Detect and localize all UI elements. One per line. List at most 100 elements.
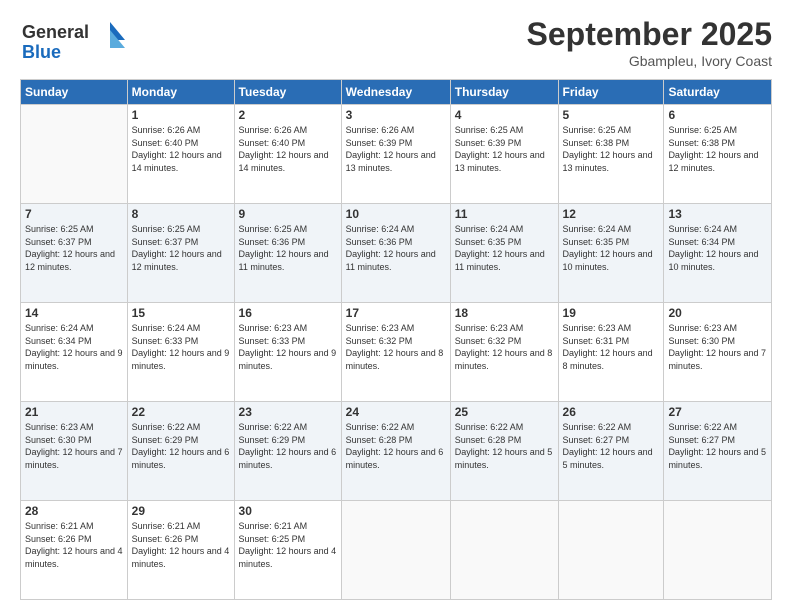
svg-text:Blue: Blue: [22, 42, 61, 62]
day-number: 1: [132, 108, 230, 122]
calendar-cell: [341, 501, 450, 600]
day-info: Sunrise: 6:22 AMSunset: 6:29 PMDaylight:…: [239, 421, 337, 471]
week-row-4: 28 Sunrise: 6:21 AMSunset: 6:26 PMDayligh…: [21, 501, 772, 600]
svg-text:General: General: [22, 22, 89, 42]
day-info: Sunrise: 6:25 AMSunset: 6:39 PMDaylight:…: [455, 124, 554, 174]
day-info: Sunrise: 6:25 AMSunset: 6:38 PMDaylight:…: [563, 124, 660, 174]
day-info: Sunrise: 6:21 AMSunset: 6:26 PMDaylight:…: [25, 520, 123, 570]
day-number: 12: [563, 207, 660, 221]
calendar-cell: 3Sunrise: 6:26 AMSunset: 6:39 PMDaylight…: [341, 105, 450, 204]
weekday-header-monday: Monday: [127, 80, 234, 105]
calendar-cell: 24 Sunrise: 6:22 AMSunset: 6:28 PMDayligh…: [341, 402, 450, 501]
calendar-cell: 12 Sunrise: 6:24 AMSunset: 6:35 PMDayligh…: [558, 204, 664, 303]
calendar-cell: 29 Sunrise: 6:21 AMSunset: 6:26 PMDayligh…: [127, 501, 234, 600]
day-number: 16: [239, 306, 337, 320]
header: General Blue September 2025 Gbampleu, Iv…: [20, 16, 772, 69]
logo: General Blue: [20, 16, 140, 69]
day-number: 10: [346, 207, 446, 221]
calendar-cell: 13 Sunrise: 6:24 AMSunset: 6:34 PMDayligh…: [664, 204, 772, 303]
weekday-header-saturday: Saturday: [664, 80, 772, 105]
day-info: Sunrise: 6:25 AMSunset: 6:37 PMDaylight:…: [132, 223, 230, 273]
calendar-cell: [558, 501, 664, 600]
day-info: Sunrise: 6:22 AMSunset: 6:27 PMDaylight:…: [668, 421, 767, 471]
calendar-cell: 30 Sunrise: 6:21 AMSunset: 6:25 PMDayligh…: [234, 501, 341, 600]
day-number: 27: [668, 405, 767, 419]
day-info: Sunrise: 6:24 AMSunset: 6:36 PMDaylight:…: [346, 223, 446, 273]
day-info: Sunrise: 6:23 AMSunset: 6:30 PMDaylight:…: [25, 421, 123, 471]
calendar-cell: 23Sunrise: 6:22 AMSunset: 6:29 PMDayligh…: [234, 402, 341, 501]
calendar-cell: [450, 501, 558, 600]
weekday-header-friday: Friday: [558, 80, 664, 105]
calendar-cell: 8 Sunrise: 6:25 AMSunset: 6:37 PMDaylight…: [127, 204, 234, 303]
calendar-cell: 20Sunrise: 6:23 AMSunset: 6:30 PMDayligh…: [664, 303, 772, 402]
calendar-cell: [664, 501, 772, 600]
day-number: 30: [239, 504, 337, 518]
day-info: Sunrise: 6:25 AMSunset: 6:37 PMDaylight:…: [25, 223, 123, 273]
calendar-cell: 16 Sunrise: 6:23 AMSunset: 6:33 PMDayligh…: [234, 303, 341, 402]
calendar-cell: 27 Sunrise: 6:22 AMSunset: 6:27 PMDayligh…: [664, 402, 772, 501]
day-number: 18: [455, 306, 554, 320]
day-number: 28: [25, 504, 123, 518]
day-number: 11: [455, 207, 554, 221]
day-info: Sunrise: 6:23 AMSunset: 6:32 PMDaylight:…: [346, 322, 446, 372]
day-number: 20: [668, 306, 767, 320]
calendar-cell: 1 Sunrise: 6:26 AMSunset: 6:40 PMDaylight…: [127, 105, 234, 204]
day-number: 4: [455, 108, 554, 122]
day-info: Sunrise: 6:23 AMSunset: 6:33 PMDaylight:…: [239, 322, 337, 372]
weekday-header-row: SundayMondayTuesdayWednesdayThursdayFrid…: [21, 80, 772, 105]
day-info: Sunrise: 6:23 AMSunset: 6:32 PMDaylight:…: [455, 322, 554, 372]
calendar-cell: 19Sunrise: 6:23 AMSunset: 6:31 PMDayligh…: [558, 303, 664, 402]
day-info: Sunrise: 6:22 AMSunset: 6:28 PMDaylight:…: [346, 421, 446, 471]
day-number: 14: [25, 306, 123, 320]
day-info: Sunrise: 6:21 AMSunset: 6:26 PMDaylight:…: [132, 520, 230, 570]
day-number: 7: [25, 207, 123, 221]
calendar-cell: 22Sunrise: 6:22 AMSunset: 6:29 PMDayligh…: [127, 402, 234, 501]
day-info: Sunrise: 6:26 AMSunset: 6:40 PMDaylight:…: [239, 124, 337, 174]
day-info: Sunrise: 6:24 AMSunset: 6:34 PMDaylight:…: [668, 223, 767, 273]
day-info: Sunrise: 6:24 AMSunset: 6:35 PMDaylight:…: [455, 223, 554, 273]
calendar-cell: 14 Sunrise: 6:24 AMSunset: 6:34 PMDayligh…: [21, 303, 128, 402]
day-info: Sunrise: 6:25 AMSunset: 6:36 PMDaylight:…: [239, 223, 337, 273]
day-info: Sunrise: 6:25 AMSunset: 6:38 PMDaylight:…: [668, 124, 767, 174]
day-info: Sunrise: 6:23 AMSunset: 6:31 PMDaylight:…: [563, 322, 660, 372]
weekday-header-thursday: Thursday: [450, 80, 558, 105]
calendar-cell: 5 Sunrise: 6:25 AMSunset: 6:38 PMDaylight…: [558, 105, 664, 204]
day-number: 8: [132, 207, 230, 221]
day-info: Sunrise: 6:26 AMSunset: 6:39 PMDaylight:…: [346, 124, 446, 174]
page: General Blue September 2025 Gbampleu, Iv…: [0, 0, 792, 612]
weekday-header-sunday: Sunday: [21, 80, 128, 105]
month-title: September 2025: [527, 16, 772, 53]
day-info: Sunrise: 6:22 AMSunset: 6:28 PMDaylight:…: [455, 421, 554, 471]
day-info: Sunrise: 6:24 AMSunset: 6:34 PMDaylight:…: [25, 322, 123, 372]
title-block: September 2025 Gbampleu, Ivory Coast: [527, 16, 772, 69]
day-number: 2: [239, 108, 337, 122]
calendar-cell: 17 Sunrise: 6:23 AMSunset: 6:32 PMDayligh…: [341, 303, 450, 402]
calendar-cell: 15Sunrise: 6:24 AMSunset: 6:33 PMDayligh…: [127, 303, 234, 402]
calendar-cell: 28 Sunrise: 6:21 AMSunset: 6:26 PMDayligh…: [21, 501, 128, 600]
day-number: 17: [346, 306, 446, 320]
day-number: 13: [668, 207, 767, 221]
day-number: 26: [563, 405, 660, 419]
day-info: Sunrise: 6:24 AMSunset: 6:33 PMDaylight:…: [132, 322, 230, 372]
day-number: 22: [132, 405, 230, 419]
day-info: Sunrise: 6:21 AMSunset: 6:25 PMDaylight:…: [239, 520, 337, 570]
day-info: Sunrise: 6:26 AMSunset: 6:40 PMDaylight:…: [132, 124, 230, 174]
week-row-2: 14 Sunrise: 6:24 AMSunset: 6:34 PMDayligh…: [21, 303, 772, 402]
weekday-header-wednesday: Wednesday: [341, 80, 450, 105]
weekday-header-tuesday: Tuesday: [234, 80, 341, 105]
logo-text: General Blue: [20, 16, 140, 69]
calendar-cell: 25Sunrise: 6:22 AMSunset: 6:28 PMDayligh…: [450, 402, 558, 501]
calendar-cell: 6Sunrise: 6:25 AMSunset: 6:38 PMDaylight…: [664, 105, 772, 204]
calendar-cell: 18 Sunrise: 6:23 AMSunset: 6:32 PMDayligh…: [450, 303, 558, 402]
day-number: 24: [346, 405, 446, 419]
calendar-cell: 7 Sunrise: 6:25 AMSunset: 6:37 PMDaylight…: [21, 204, 128, 303]
week-row-3: 21 Sunrise: 6:23 AMSunset: 6:30 PMDayligh…: [21, 402, 772, 501]
calendar-cell: 10 Sunrise: 6:24 AMSunset: 6:36 PMDayligh…: [341, 204, 450, 303]
calendar-cell: 9Sunrise: 6:25 AMSunset: 6:36 PMDaylight…: [234, 204, 341, 303]
day-number: 21: [25, 405, 123, 419]
calendar-cell: 2 Sunrise: 6:26 AMSunset: 6:40 PMDaylight…: [234, 105, 341, 204]
week-row-1: 7 Sunrise: 6:25 AMSunset: 6:37 PMDaylight…: [21, 204, 772, 303]
day-number: 29: [132, 504, 230, 518]
day-info: Sunrise: 6:24 AMSunset: 6:35 PMDaylight:…: [563, 223, 660, 273]
day-number: 5: [563, 108, 660, 122]
